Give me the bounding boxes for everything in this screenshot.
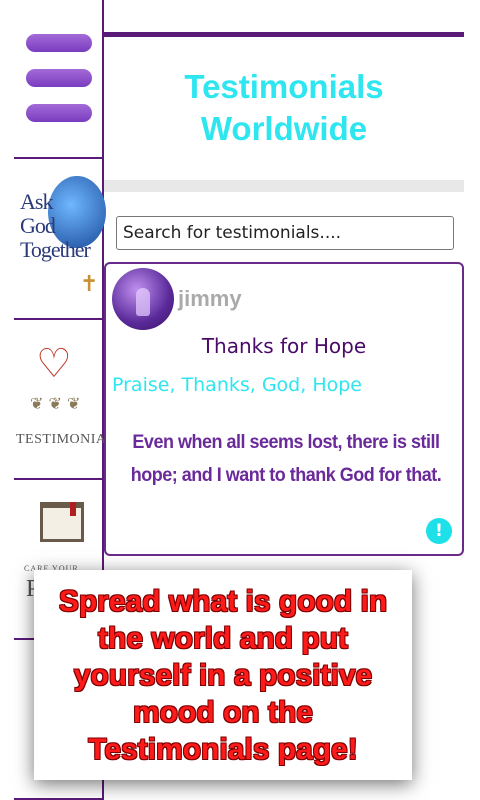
testimonial-title: Thanks for Hope	[201, 334, 367, 358]
sidebar-item-testimonials[interactable]: ♡ ❦ ❦ ❦ TESTIMONIALS	[14, 320, 123, 480]
laurel-icon: ❦ ❦ ❦	[30, 394, 81, 413]
testimonial-body: Even when all seems lost, there is still…	[130, 430, 442, 486]
hamburger-icon-bar	[26, 69, 92, 87]
ask-logo-line: God	[20, 213, 56, 238]
page-title: Testimonials Worldwide	[104, 66, 464, 150]
sidebar-item-ask-god-together[interactable]: Ask God Together ✝	[14, 160, 106, 320]
avatar[interactable]	[112, 268, 174, 330]
promo-banner: Spread what is good in the world and put…	[34, 570, 412, 780]
testimonial-card[interactable]: jimmy Thanks for Hope Praise, Thanks, Go…	[104, 262, 464, 556]
header-divider	[104, 180, 464, 192]
cross-icon: ✝	[80, 272, 99, 297]
testimonial-tags: Praise, Thanks, God, Hope	[112, 374, 362, 396]
hamburger-icon-bar	[26, 104, 92, 122]
bookmark-icon	[70, 502, 76, 516]
book-icon	[40, 502, 84, 542]
report-button[interactable]: !	[426, 518, 452, 544]
page-title-line: Testimonials	[184, 68, 384, 105]
page-title-line: Worldwide	[200, 110, 368, 147]
sidebar-divider	[14, 157, 102, 159]
promo-text: Spread what is good in the world and put…	[58, 584, 388, 766]
ask-logo-line: Together	[20, 237, 91, 262]
avatar-figure-icon	[136, 288, 150, 316]
hamburger-menu-button[interactable]	[0, 0, 102, 160]
heart-cross-icon: ♡	[36, 341, 72, 387]
ask-logo-line: Ask	[20, 189, 53, 214]
ask-logo-text: Ask God Together	[20, 189, 91, 262]
author-name[interactable]: jimmy	[178, 286, 242, 312]
search-input[interactable]	[116, 216, 454, 250]
header-rule	[104, 32, 464, 37]
hamburger-icon	[26, 34, 92, 52]
